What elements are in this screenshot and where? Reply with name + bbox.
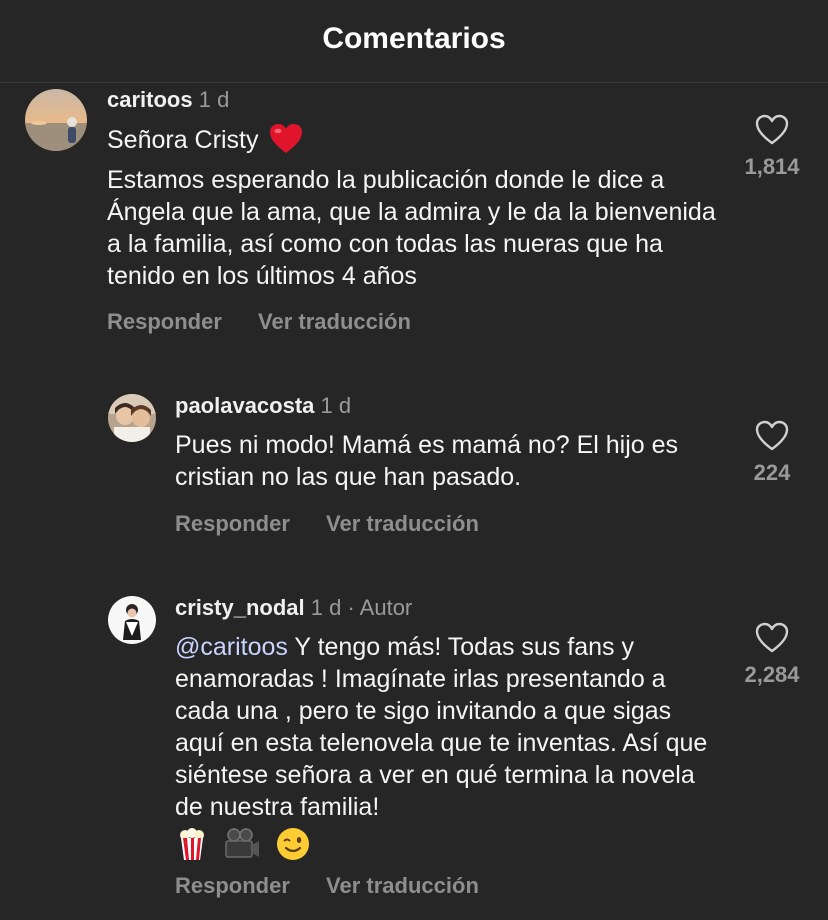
movie-camera-emoji xyxy=(225,828,260,858)
avatar[interactable] xyxy=(25,89,87,151)
reply-button[interactable]: Responder xyxy=(175,873,290,898)
comments-header: Comentarios xyxy=(0,0,828,83)
comment-header: cristy_nodal 1 d · Autor xyxy=(175,595,412,621)
comment-header: paolavacosta 1 d xyxy=(175,393,351,419)
comment-text: Señora Cristy Estamos esperando la publi… xyxy=(107,123,717,292)
like-control: 224 xyxy=(737,420,807,486)
comment-actions: Responder Ver traducción xyxy=(107,309,441,335)
like-heart-icon[interactable] xyxy=(755,622,789,654)
winking-face-emoji xyxy=(276,828,309,861)
comment-actions: Responder Ver traducción xyxy=(175,511,509,537)
like-count: 2,284 xyxy=(744,662,800,687)
comment-body: Pues ni modo! Mamá es mamá no? El hijo e… xyxy=(175,431,679,491)
popcorn-emoji xyxy=(180,828,204,861)
comment-actions: Responder Ver traducción xyxy=(175,873,509,899)
username[interactable]: cristy_nodal xyxy=(175,595,305,620)
translate-button[interactable]: Ver traducción xyxy=(326,511,479,536)
avatar[interactable] xyxy=(108,394,156,442)
comment-header: caritoos 1 d xyxy=(107,87,229,113)
author-badge: · Autor xyxy=(347,595,413,620)
mention-link[interactable]: @caritoos xyxy=(175,633,288,661)
like-heart-icon[interactable] xyxy=(755,114,789,146)
emoji-row xyxy=(175,825,725,861)
comment-time: 1 d xyxy=(320,393,352,418)
avatar[interactable] xyxy=(108,596,156,644)
comment-text: @caritoos Y tengo más! Todas sus fans y … xyxy=(175,631,725,861)
username[interactable]: caritoos xyxy=(107,87,193,112)
like-count: 1,814 xyxy=(744,154,800,179)
like-control: 2,284 xyxy=(737,622,807,688)
username[interactable]: paolavacosta xyxy=(175,393,314,418)
comment-time: 1 d xyxy=(310,595,342,620)
like-count: 224 xyxy=(753,460,791,485)
comment-title-line: Señora Cristy xyxy=(107,126,259,154)
reply-button[interactable]: Responder xyxy=(107,309,222,334)
comment-time: 1 d xyxy=(198,87,230,112)
translate-button[interactable]: Ver traducción xyxy=(326,873,479,898)
translate-button[interactable]: Ver traducción xyxy=(258,309,411,334)
page-title: Comentarios xyxy=(322,22,506,55)
like-heart-icon[interactable] xyxy=(755,420,789,452)
like-control: 1,814 xyxy=(737,114,807,180)
comment-body: Y tengo más! Todas sus fans y enamoradas… xyxy=(175,633,708,821)
reply-button[interactable]: Responder xyxy=(175,511,290,536)
heart-emoji xyxy=(270,124,303,153)
comment-body: Estamos esperando la publicación donde l… xyxy=(107,166,716,290)
